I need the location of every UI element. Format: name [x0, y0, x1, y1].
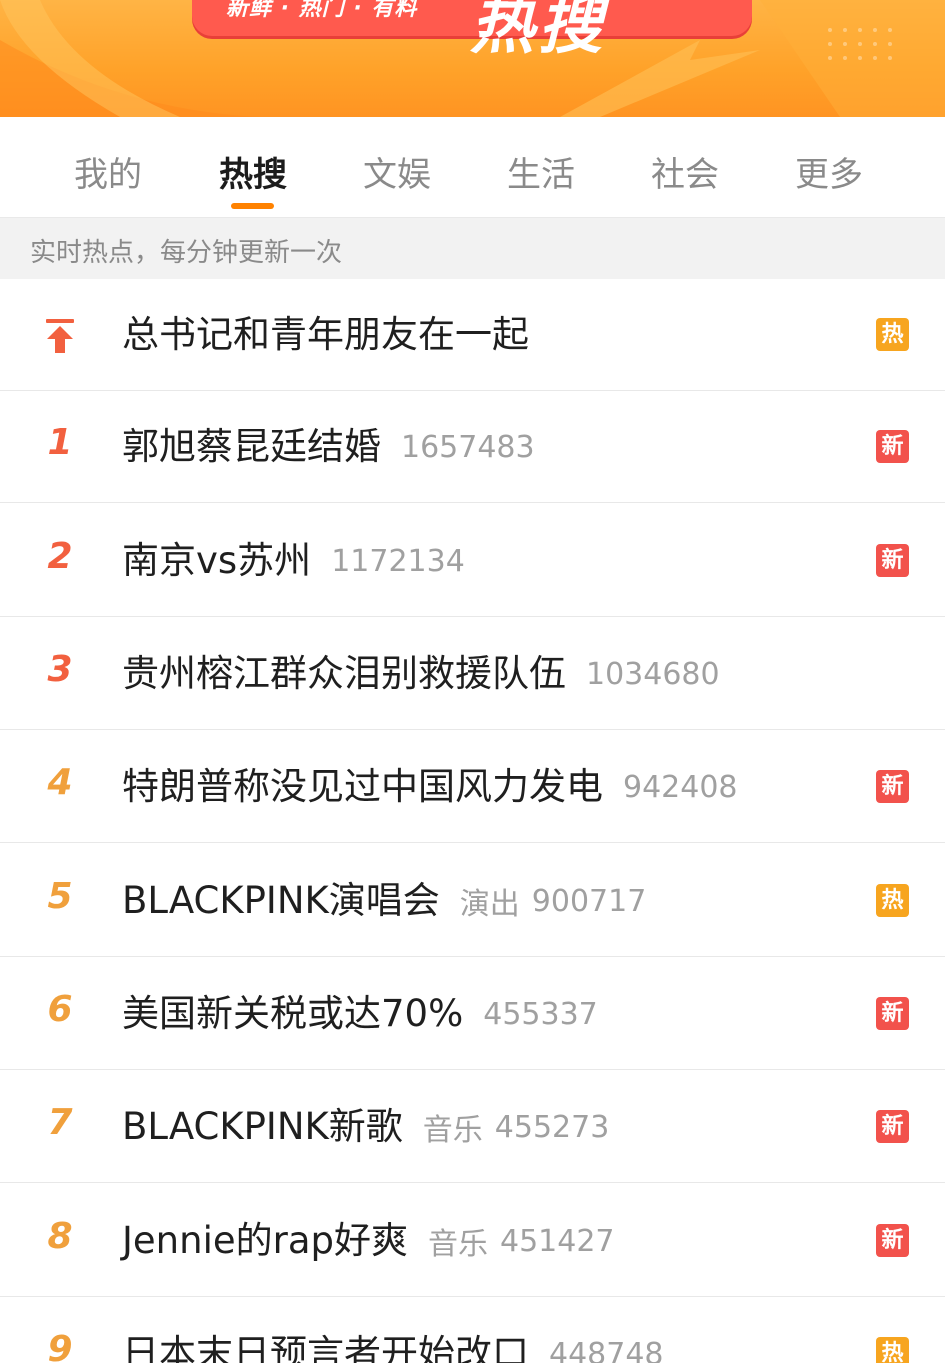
tab-society[interactable]: 社会: [630, 147, 740, 196]
item-title-line: 郭旭蔡昆廷结婚 1657483: [122, 419, 535, 475]
hot-search-item[interactable]: 5 BLACKPINK演唱会 演出 900717 热: [0, 845, 945, 957]
item-title: 南京vs苏州: [122, 539, 312, 582]
pinned-hot-item[interactable]: 总书记和青年朋友在一起 热: [0, 279, 945, 391]
new-badge: 新: [876, 1110, 909, 1143]
item-title: 总书记和青年朋友在一起: [122, 313, 529, 356]
item-heat-count: 942408: [623, 769, 738, 805]
hot-search-item[interactable]: 4 特朗普称没见过中国风力发电 942408 新: [0, 731, 945, 843]
banner-logo: 热搜: [470, 0, 606, 63]
rank-number: 7: [47, 1102, 73, 1143]
item-title-line: 日本末日预言者开始改口 448748: [122, 1326, 664, 1363]
new-badge: 新: [876, 770, 909, 803]
item-title: 日本末日预言者开始改口: [122, 1332, 529, 1363]
item-title: BLACKPINK新歌: [122, 1105, 403, 1148]
item-category: 演出: [459, 887, 520, 922]
hot-badge: 热: [876, 318, 909, 351]
rank-number: 8: [47, 1216, 73, 1257]
new-badge: 新: [876, 430, 909, 463]
item-heat-count: 448748: [549, 1336, 664, 1363]
item-heat-count: 451427: [500, 1223, 615, 1259]
update-notice-text: 实时热点，每分钟更新一次: [30, 238, 343, 268]
tab-more[interactable]: 更多: [774, 147, 884, 196]
new-badge: 新: [876, 997, 909, 1030]
rank-number: 9: [47, 1329, 73, 1363]
item-title: Jennie的rap好爽: [122, 1219, 408, 1262]
rank-number: 5: [47, 876, 73, 917]
item-title-line: 特朗普称没见过中国风力发电 942408: [122, 759, 738, 815]
hot-badge: 热: [876, 884, 909, 917]
item-title-line: 贵州榕江群众泪别救援队伍 1034680: [122, 646, 720, 702]
item-heat-count: 455337: [483, 996, 598, 1032]
rank-number: 6: [47, 989, 73, 1030]
item-title: 郭旭蔡昆廷结婚: [122, 425, 381, 468]
item-title-line: 总书记和青年朋友在一起: [122, 307, 529, 363]
item-title-line: Jennie的rap好爽 音乐 451427: [122, 1213, 615, 1269]
hot-search-item[interactable]: 2 南京vs苏州 1172134 新: [0, 505, 945, 617]
rank-number: 4: [47, 762, 73, 803]
update-notice: 实时热点，每分钟更新一次: [0, 217, 945, 279]
hot-search-item[interactable]: 6 美国新关税或达70% 455337 新: [0, 958, 945, 1070]
tab-hot-search[interactable]: 热搜: [198, 147, 308, 196]
hot-badge: 热: [876, 1337, 909, 1363]
item-heat-count: 455273: [494, 1109, 610, 1145]
item-category: 音乐: [422, 1113, 483, 1148]
item-title-line: 美国新关税或达70% 455337: [122, 986, 598, 1042]
item-heat-count: 1172134: [331, 543, 465, 579]
category-tabs: 我的 热搜 文娱 生活 社会 更多: [0, 117, 945, 217]
item-title: 特朗普称没见过中国风力发电: [122, 765, 603, 808]
hot-search-banner: 新鲜 · 热门 · 有料 热搜: [0, 0, 945, 117]
item-title: 贵州榕江群众泪别救援队伍: [122, 652, 566, 695]
rank-number: 2: [47, 536, 73, 577]
item-title-line: 南京vs苏州 1172134: [122, 533, 465, 589]
item-heat-count: 1657483: [401, 429, 535, 465]
tab-mine[interactable]: 我的: [53, 147, 163, 196]
rank-number: 3: [47, 649, 73, 690]
item-title: 美国新关税或达70%: [122, 992, 464, 1035]
new-badge: 新: [876, 1224, 909, 1257]
hot-search-item[interactable]: 7 BLACKPINK新歌 音乐 455273 新: [0, 1071, 945, 1183]
pin-top-icon: [46, 319, 74, 353]
hot-search-item[interactable]: 8 Jennie的rap好爽 音乐 451427 新: [0, 1185, 945, 1297]
item-category: 音乐: [428, 1227, 488, 1262]
tab-life[interactable]: 生活: [486, 147, 596, 196]
item-heat-count: 900717: [531, 883, 647, 919]
hot-search-item[interactable]: 9 日本末日预言者开始改口 448748 热: [0, 1298, 945, 1363]
banner-slogan: 新鲜 · 热门 · 有料: [226, 0, 418, 21]
item-title: BLACKPINK演唱会: [122, 879, 440, 922]
hot-search-page: 新鲜 · 热门 · 有料 热搜 我的 热搜 文娱 生活 社会 更多 实时热点，每…: [0, 0, 945, 1363]
item-title-line: BLACKPINK新歌 音乐 455273: [122, 1099, 609, 1155]
item-title-line: BLACKPINK演唱会 演出 900717: [122, 873, 646, 929]
new-badge: 新: [876, 544, 909, 577]
item-heat-count: 1034680: [586, 656, 720, 692]
hot-search-item[interactable]: 3 贵州榕江群众泪别救援队伍 1034680: [0, 618, 945, 730]
rank-number: 1: [47, 422, 73, 463]
hot-search-item[interactable]: 1 郭旭蔡昆廷结婚 1657483 新: [0, 391, 945, 503]
tab-entertainment[interactable]: 文娱: [342, 147, 452, 196]
active-tab-indicator: [231, 203, 274, 209]
